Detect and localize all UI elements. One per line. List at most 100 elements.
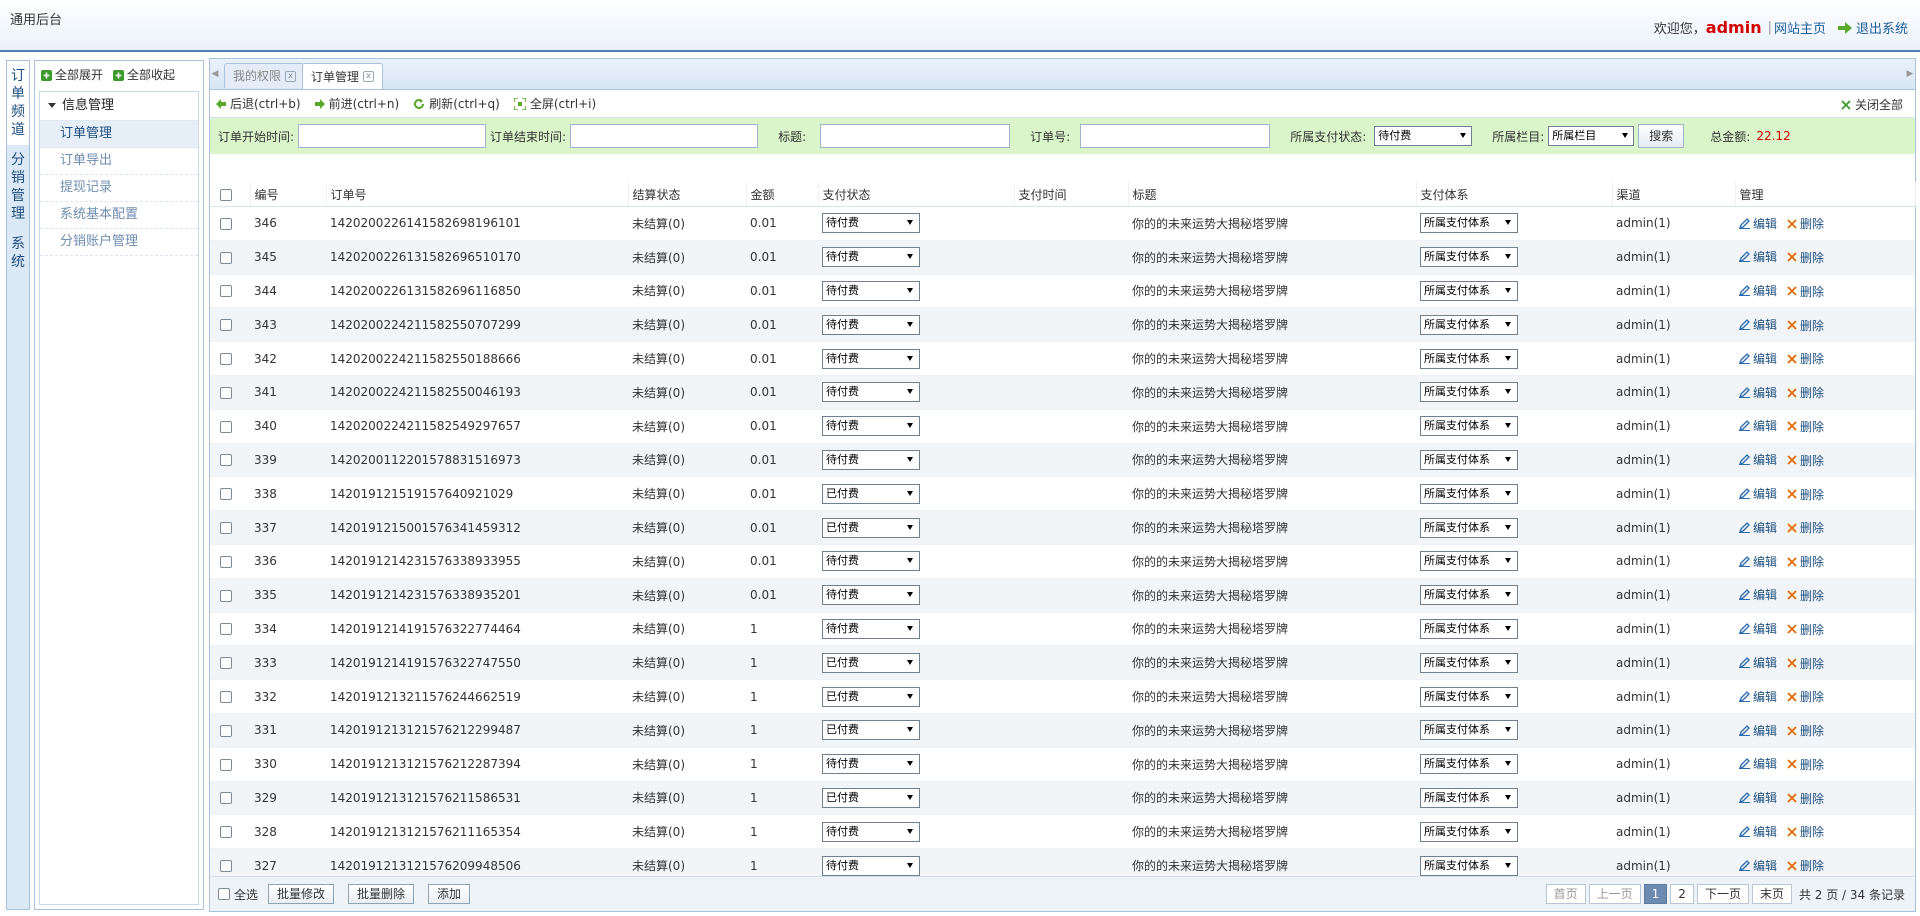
tab-order-manage[interactable]: 订单管理 x (302, 63, 384, 89)
pay-status-select[interactable]: 已付费 (822, 720, 920, 741)
edit-button[interactable]: 编辑 (1739, 722, 1777, 739)
pager-page-1[interactable]: 1 (1643, 884, 1668, 904)
checkbox[interactable] (220, 251, 232, 264)
delete-button[interactable]: 删除 (1787, 384, 1824, 401)
logout-link[interactable]: 退出系统 (1856, 18, 1908, 37)
pay-system-select[interactable]: 所属支付体系 (1420, 348, 1518, 369)
pay-status-select[interactable]: 待付费 (822, 585, 920, 606)
edit-button[interactable]: 编辑 (1739, 248, 1777, 265)
order-no-input[interactable] (1080, 124, 1271, 148)
checkbox[interactable] (220, 724, 232, 737)
delete-button[interactable]: 删除 (1787, 486, 1824, 503)
pay-system-select[interactable]: 所属支付体系 (1420, 551, 1518, 572)
pay-system-select[interactable]: 所属支付体系 (1420, 855, 1518, 876)
delete-button[interactable]: 删除 (1787, 215, 1824, 232)
title-input[interactable] (820, 124, 1011, 148)
pay-status-select[interactable]: 待付费 (822, 348, 920, 369)
edit-button[interactable]: 编辑 (1739, 553, 1777, 570)
checkbox[interactable] (220, 826, 232, 839)
tree-group-info[interactable]: 信息管理 (40, 92, 198, 121)
pay-status-select[interactable]: 待付费 (822, 855, 920, 876)
forward-button[interactable]: 前进(ctrl+n) (314, 95, 399, 112)
channel-distribution[interactable]: 分销管理 (7, 145, 29, 229)
tree-item-withdraw-records[interactable]: 提现记录 (40, 175, 198, 202)
search-button[interactable]: 搜索 (1638, 124, 1685, 148)
edit-button[interactable]: 编辑 (1739, 755, 1777, 772)
collapse-all-button[interactable]: 全部收起 (113, 66, 175, 83)
pager-prev[interactable]: 上一页 (1588, 884, 1641, 904)
delete-button[interactable]: 删除 (1787, 553, 1824, 570)
pager-last[interactable]: 末页 (1751, 884, 1792, 904)
pay-system-select[interactable]: 所属支付体系 (1420, 720, 1518, 741)
delete-button[interactable]: 删除 (1787, 790, 1824, 807)
channel-orders[interactable]: 订单频道 (7, 61, 29, 145)
tree-item-order-manage[interactable]: 订单管理 (40, 121, 198, 148)
back-button[interactable]: 后退(ctrl+b) (216, 95, 301, 112)
edit-button[interactable]: 编辑 (1739, 789, 1777, 806)
pay-system-select[interactable]: 所属支付体系 (1420, 618, 1518, 639)
pay-system-select[interactable]: 所属支付体系 (1420, 754, 1518, 775)
edit-button[interactable]: 编辑 (1739, 620, 1777, 637)
pager-page-2[interactable]: 2 (1670, 884, 1694, 904)
pay-status-select[interactable]: 待付费 (822, 247, 920, 268)
edit-button[interactable]: 编辑 (1739, 215, 1777, 232)
delete-button[interactable]: 删除 (1787, 688, 1824, 705)
pay-system-select[interactable]: 所属支付体系 (1420, 652, 1518, 673)
delete-button[interactable]: 删除 (1787, 621, 1824, 638)
edit-button[interactable]: 编辑 (1739, 586, 1777, 603)
checkbox[interactable] (220, 454, 232, 467)
checkbox[interactable] (220, 420, 232, 433)
checkbox[interactable] (220, 522, 232, 535)
pay-system-select[interactable]: 所属支付体系 (1420, 483, 1518, 504)
pay-status-select[interactable]: 待付费 (822, 280, 920, 301)
pay-status-select[interactable]: 待付费 (822, 213, 920, 234)
pay-system-select[interactable]: 所属支付体系 (1420, 517, 1518, 538)
edit-button[interactable]: 编辑 (1739, 417, 1777, 434)
select-all-control[interactable]: 全选 (218, 886, 258, 903)
pay-status-select[interactable]: 已付费 (822, 517, 920, 538)
fullscreen-button[interactable]: 全屏(ctrl+i) (513, 95, 596, 112)
edit-button[interactable]: 编辑 (1739, 451, 1777, 468)
refresh-button[interactable]: 刷新(ctrl+q) (413, 95, 500, 112)
tab-scroll-left-icon[interactable]: ◀ (210, 59, 220, 89)
column-select[interactable]: 所属栏目 (1548, 126, 1635, 146)
edit-button[interactable]: 编辑 (1739, 316, 1777, 333)
checkbox[interactable] (220, 488, 232, 501)
edit-button[interactable]: 编辑 (1739, 282, 1777, 299)
delete-button[interactable]: 删除 (1787, 823, 1824, 840)
tree-item-system-config[interactable]: 系统基本配置 (40, 202, 198, 229)
edit-button[interactable]: 编辑 (1739, 519, 1777, 536)
edit-button[interactable]: 编辑 (1739, 384, 1777, 401)
edit-button[interactable]: 编辑 (1739, 857, 1777, 874)
edit-button[interactable]: 编辑 (1739, 350, 1777, 367)
add-button[interactable]: 添加 (428, 884, 471, 904)
pay-system-select[interactable]: 所属支付体系 (1420, 280, 1518, 301)
pay-system-select[interactable]: 所属支付体系 (1420, 382, 1518, 403)
edit-button[interactable]: 编辑 (1739, 823, 1777, 840)
pay-status-select[interactable]: 待付费 (1374, 126, 1473, 146)
checkbox[interactable] (220, 589, 232, 602)
channel-system[interactable]: 系统 (7, 229, 29, 277)
delete-button[interactable]: 删除 (1787, 519, 1824, 536)
checkbox[interactable] (220, 691, 232, 704)
tab-my-permissions[interactable]: 我的权限 x (224, 63, 306, 88)
delete-button[interactable]: 删除 (1787, 452, 1824, 469)
batch-delete-button[interactable]: 批量删除 (348, 884, 415, 904)
pay-status-select[interactable]: 待付费 (822, 382, 920, 403)
tab-scroll-right-icon[interactable]: ▶ (1905, 59, 1915, 89)
checkbox[interactable] (220, 386, 232, 399)
pay-system-select[interactable]: 所属支付体系 (1420, 416, 1518, 437)
pay-status-select[interactable]: 已付费 (822, 483, 920, 504)
checkbox[interactable] (220, 555, 232, 568)
pay-status-select[interactable]: 已付费 (822, 652, 920, 673)
pay-system-select[interactable]: 所属支付体系 (1420, 821, 1518, 842)
checkbox[interactable] (220, 792, 232, 805)
batch-edit-button[interactable]: 批量修改 (268, 884, 335, 904)
expand-all-button[interactable]: 全部展开 (41, 66, 103, 83)
close-icon[interactable]: x (285, 70, 297, 82)
checkbox[interactable] (220, 285, 232, 298)
checkbox[interactable] (220, 217, 232, 230)
pay-system-select[interactable]: 所属支付体系 (1420, 585, 1518, 606)
delete-button[interactable]: 删除 (1787, 249, 1824, 266)
edit-button[interactable]: 编辑 (1739, 485, 1777, 502)
